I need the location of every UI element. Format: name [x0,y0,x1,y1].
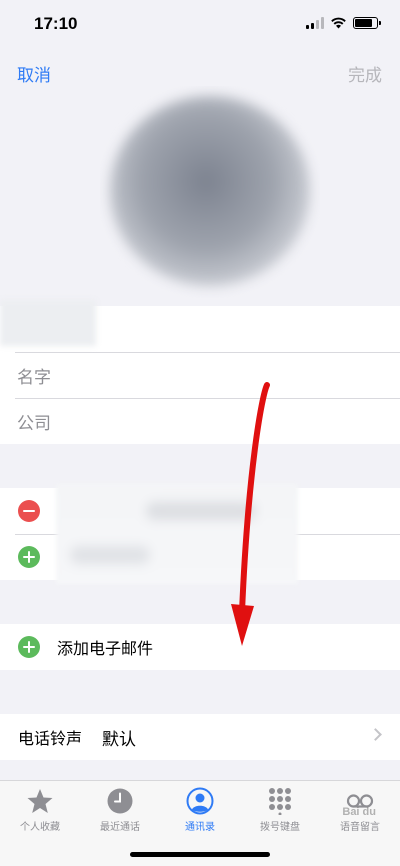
tab-favorites[interactable]: 个人收藏 [0,787,80,833]
ringtone-row[interactable]: 电话铃声 默认 [0,714,400,760]
blurred-name [0,300,96,346]
add-phone-button[interactable] [18,546,40,568]
tab-keypad[interactable]: 拨号键盘 [240,787,320,833]
ringtone-value: 默认 [102,729,137,749]
star-icon [27,789,53,813]
email-card: 添加电子邮件 [0,624,400,670]
keypad-icon [269,788,291,815]
add-email-row[interactable]: 添加电子邮件 [0,624,400,670]
ringtone-label: 电话铃声 [18,731,83,748]
company-field[interactable]: 公司 [0,409,51,434]
delete-phone-button[interactable] [18,500,40,522]
battery-icon [353,17,381,29]
add-email-label: 添加电子邮件 [57,641,154,658]
baidu-watermark: Bai du [342,806,376,818]
add-email-button[interactable] [18,636,40,658]
ringtone-card: 电话铃声 默认 [0,714,400,760]
tab-recents-label: 最近通话 [100,822,140,833]
tab-favorites-label: 个人收藏 [20,822,60,833]
status-bar: 17:10 [0,0,400,50]
company-row[interactable]: 公司 [0,398,400,444]
first-name-field[interactable]: 名字 [0,363,51,388]
first-name-row[interactable]: 名字 [0,352,400,398]
chevron-right-icon [369,728,382,741]
tab-contacts[interactable]: 通讯录 [160,787,240,833]
tab-keypad-label: 拨号键盘 [260,822,300,833]
home-indicator[interactable] [130,852,270,857]
done-button[interactable]: 完成 [348,61,382,86]
contact-photo[interactable] [100,86,320,298]
cancel-button[interactable]: 取消 [17,61,51,86]
blurred-phone-number [56,484,298,584]
status-time: 17:10 [34,14,78,33]
tab-recents[interactable]: 最近通话 [80,787,160,833]
clock-icon [107,788,133,814]
status-icons [306,17,381,29]
tab-voicemail-label: 语音留言 [340,822,380,833]
person-circle-icon [186,787,214,815]
cellular-signal-icon [306,17,324,29]
wifi-icon [331,17,346,29]
tab-contacts-label: 通讯录 [185,822,215,833]
